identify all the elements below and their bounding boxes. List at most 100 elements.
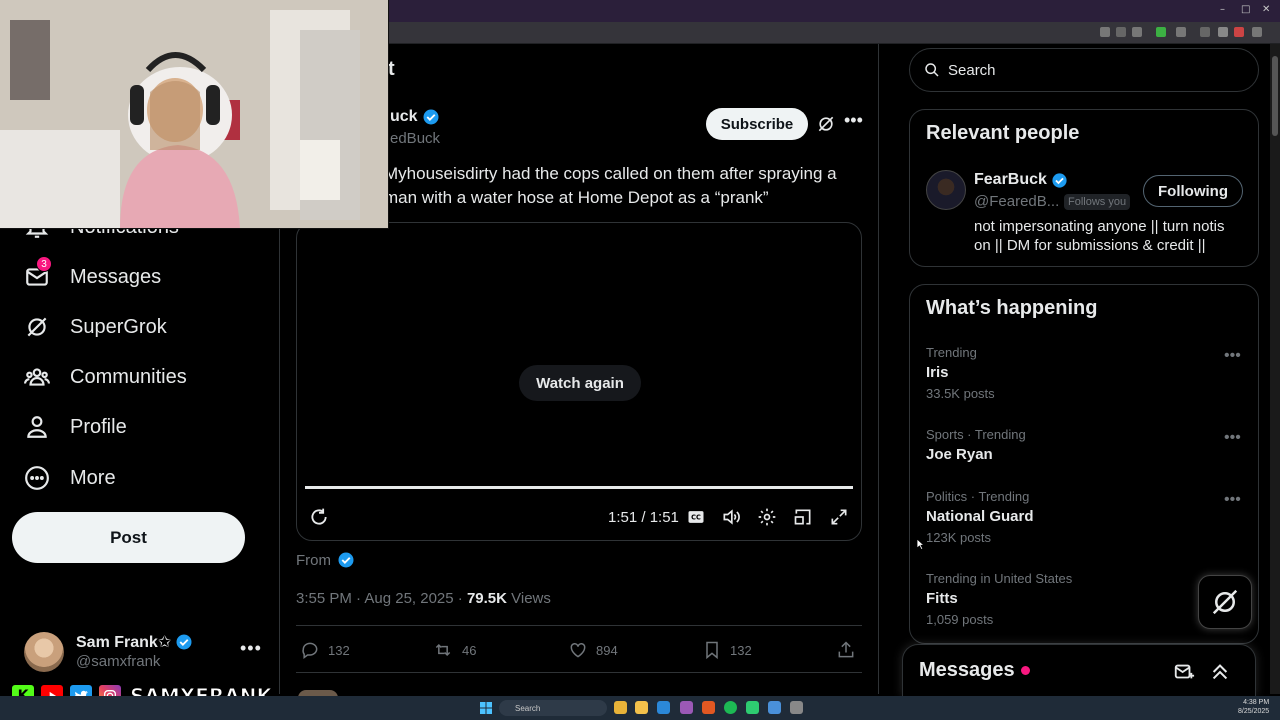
nav-label: Communities: [70, 365, 187, 388]
account-switcher[interactable]: Sam Frank✩ @samxfrank •••: [24, 630, 264, 674]
search-icon: [925, 63, 939, 77]
trend-item[interactable]: Sports · Trending Joe Ryan: [926, 427, 1246, 463]
replay-icon[interactable]: [309, 507, 329, 527]
repost-button[interactable]: 46: [432, 640, 476, 660]
like-button[interactable]: 894: [568, 640, 618, 660]
trend-context: Trending: [926, 345, 977, 360]
grok-icon[interactable]: [816, 114, 836, 134]
page-title: t: [388, 58, 395, 80]
messages-drawer-title: Messages: [919, 659, 1015, 681]
share-button[interactable]: [836, 640, 856, 660]
app-taskbar-icon[interactable]: [768, 701, 781, 714]
windows-taskbar: Search 4:38 PM 8/25/2025: [0, 696, 1280, 720]
person-name-row[interactable]: FearBuck: [974, 171, 1068, 189]
minimize-button[interactable]: –: [1220, 4, 1225, 15]
nav-item-messages[interactable]: 3 Messages: [24, 256, 161, 297]
person-icon: [24, 414, 50, 440]
taskbar-clock[interactable]: 4:38 PM 8/25/2025: [1238, 698, 1269, 716]
messages-badge: 3: [36, 256, 52, 272]
more-circle-icon: [24, 465, 50, 491]
close-window-button[interactable]: ✕: [1262, 4, 1270, 15]
grok-icon: [1212, 589, 1238, 615]
bookmark-icon: [706, 641, 718, 660]
settings-gear-icon[interactable]: [757, 507, 777, 527]
svg-text:CC: CC: [691, 514, 701, 522]
author-name-row[interactable]: uck: [390, 108, 440, 126]
scrollbar-thumb[interactable]: [1272, 56, 1278, 136]
author-name: uck: [390, 108, 418, 125]
page-scrollbar[interactable]: [1270, 44, 1280, 694]
collapse-chevron-icon[interactable]: [1209, 661, 1231, 683]
spotify-icon[interactable]: [724, 701, 737, 714]
windows-start-icon[interactable]: [480, 702, 492, 714]
bookmark-button[interactable]: 132: [702, 640, 752, 660]
grok-icon: [24, 314, 50, 340]
messages-drawer-title-row: Messages: [919, 659, 1030, 682]
maximize-button[interactable]: □: [1241, 4, 1250, 15]
app-taskbar-icon[interactable]: [746, 701, 759, 714]
post-text: Myhouseisdirty had the cops called on th…: [384, 164, 837, 207]
settings-taskbar-icon[interactable]: [790, 701, 803, 714]
search-bar[interactable]: [909, 48, 1259, 92]
volume-icon[interactable]: [721, 507, 741, 527]
author-handle[interactable]: edBuck: [390, 130, 440, 147]
mouse-cursor-icon: [916, 538, 926, 550]
trend-title: Iris: [926, 364, 949, 381]
video-player[interactable]: Watch again 1:51 / 1:51 CC: [296, 222, 862, 541]
more-dots-icon[interactable]: •••: [1224, 429, 1241, 447]
fullscreen-icon[interactable]: [829, 507, 849, 527]
reply-button[interactable]: 132: [300, 640, 350, 660]
extension-icon[interactable]: [1156, 27, 1166, 37]
trend-item[interactable]: Politics · Trending National Guard 123K …: [926, 489, 1246, 545]
verified-badge-icon: [338, 552, 354, 568]
trend-count: 123K posts: [926, 530, 992, 545]
heart-icon: [570, 642, 586, 658]
video-progress-bar[interactable]: [305, 486, 853, 489]
picture-in-picture-icon[interactable]: [793, 507, 813, 527]
file-explorer-icon[interactable]: [635, 701, 648, 714]
more-dots-icon[interactable]: •••: [240, 638, 262, 659]
messages-drawer[interactable]: Messages: [902, 644, 1256, 696]
share-icon: [838, 641, 854, 658]
puzzle-icon[interactable]: [1176, 27, 1186, 37]
reply-icon: [302, 642, 318, 659]
app-taskbar-icon[interactable]: [657, 701, 670, 714]
extension-icon[interactable]: [1200, 27, 1210, 37]
person-handle[interactable]: @FearedB...: [974, 193, 1059, 210]
extension-icon[interactable]: [1100, 27, 1110, 37]
extension-icon[interactable]: [1234, 27, 1244, 37]
bookmark-star-icon[interactable]: [1132, 27, 1142, 37]
nav-item-more[interactable]: More: [24, 458, 116, 498]
zoom-icon[interactable]: [1116, 27, 1126, 37]
repost-icon: [435, 643, 451, 657]
following-button[interactable]: Following: [1143, 175, 1243, 207]
more-dots-icon[interactable]: •••: [1224, 491, 1241, 509]
search-input[interactable]: [948, 61, 1228, 79]
trend-item[interactable]: Trending Iris 33.5K posts: [926, 345, 1246, 401]
taskbar-search[interactable]: Search: [499, 700, 607, 716]
trend-title: Joe Ryan: [926, 446, 993, 463]
chrome-taskbar-icon[interactable]: [614, 701, 627, 714]
watch-again-button[interactable]: Watch again: [519, 365, 641, 401]
taskbar-search-label: Search: [515, 703, 541, 713]
extension-icon[interactable]: [1252, 27, 1262, 37]
app-taskbar-icon[interactable]: [680, 701, 693, 714]
follows-you-badge: Follows you: [1064, 194, 1131, 210]
app-taskbar-icon[interactable]: [702, 701, 715, 714]
more-dots-icon[interactable]: •••: [1224, 347, 1241, 365]
post-timestamp[interactable]: 3:55 PM · Aug 25, 2025 ·: [296, 590, 467, 607]
subscribe-button[interactable]: Subscribe: [706, 108, 808, 140]
nav-item-communities[interactable]: Communities: [24, 357, 187, 397]
avatar[interactable]: [926, 170, 966, 210]
new-message-icon[interactable]: [1173, 661, 1195, 683]
post-button[interactable]: Post: [12, 512, 245, 563]
more-dots-icon[interactable]: •••: [844, 110, 863, 131]
extension-icon[interactable]: [1218, 27, 1228, 37]
grok-floating-button[interactable]: [1198, 575, 1252, 629]
post-meta: 3:55 PM · Aug 25, 2025 · 79.5K Views: [296, 590, 551, 607]
nav-item-supergrok[interactable]: SuperGrok: [24, 307, 167, 347]
captions-icon[interactable]: CC: [686, 507, 706, 527]
nav-label: More: [70, 466, 116, 489]
nav-item-profile[interactable]: Profile: [24, 407, 127, 447]
verified-badge-icon: [423, 109, 439, 125]
